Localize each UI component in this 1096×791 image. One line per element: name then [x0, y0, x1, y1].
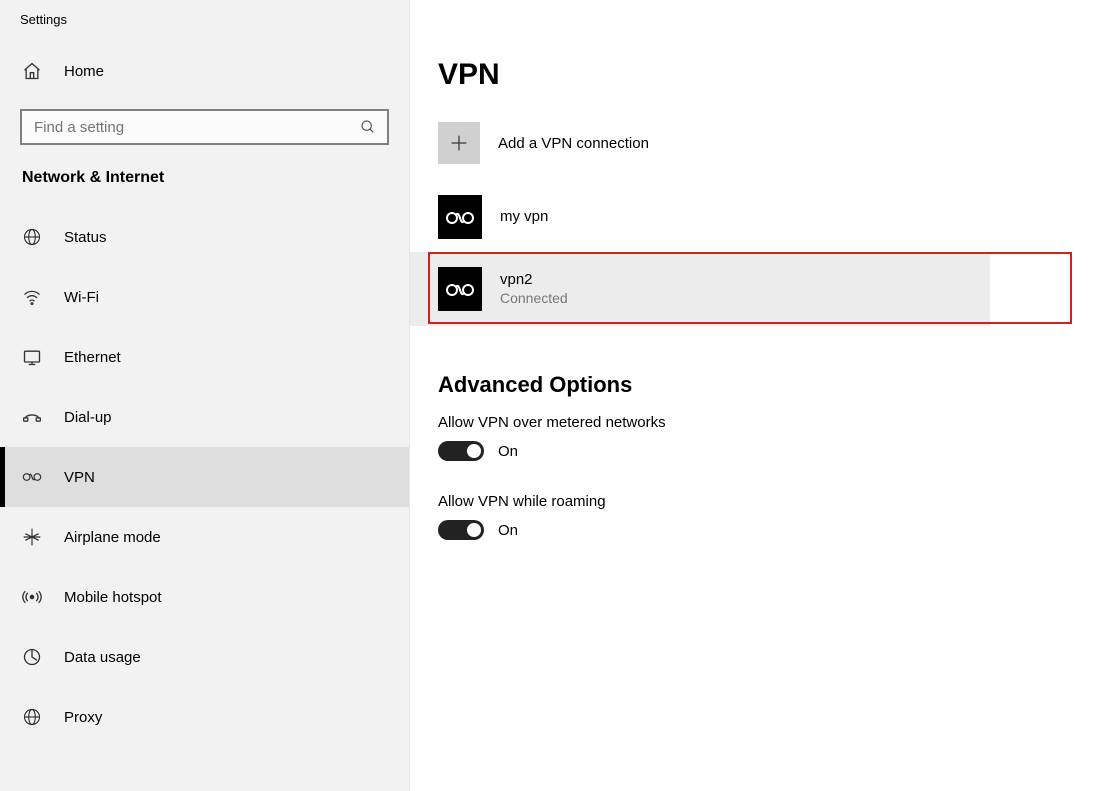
- vpn-connection-status: Connected: [500, 290, 568, 308]
- home-label: Home: [64, 63, 104, 80]
- sidebar-item-hotspot[interactable]: Mobile hotspot: [0, 567, 409, 627]
- sidebar-item-data[interactable]: Data usage: [0, 627, 409, 687]
- advanced-options-heading: Advanced Options: [410, 326, 1096, 414]
- proxy-icon: [22, 707, 42, 727]
- sidebar-item-label: Status: [64, 229, 107, 246]
- toggle-switch-metered[interactable]: [438, 441, 484, 461]
- toggle-label: Allow VPN over metered networks: [438, 414, 1096, 431]
- vpn-connection-icon: [438, 267, 482, 311]
- sidebar-item-label: Ethernet: [64, 349, 121, 366]
- dialup-icon: [22, 407, 42, 427]
- add-vpn-label: Add a VPN connection: [498, 135, 649, 152]
- data-icon: [22, 647, 42, 667]
- sidebar-item-wifi[interactable]: Wi-Fi: [0, 267, 409, 327]
- sidebar-item-label: Data usage: [64, 649, 141, 666]
- sidebar-item-label: Dial-up: [64, 409, 112, 426]
- vpn-icon: [22, 467, 42, 487]
- nav-list: Status Wi-Fi Ethernet: [0, 207, 409, 747]
- add-vpn-button[interactable]: Add a VPN connection: [410, 122, 1096, 188]
- sidebar-item-dialup[interactable]: Dial-up: [0, 387, 409, 447]
- vpn-connection-name: vpn2: [500, 271, 568, 290]
- sidebar: Settings Home Network & Internet: [0, 0, 410, 791]
- sidebar-item-proxy[interactable]: Proxy: [0, 687, 409, 747]
- sidebar-item-label: Mobile hotspot: [64, 589, 162, 606]
- sidebar-item-label: Airplane mode: [64, 529, 161, 546]
- toggle-roaming: Allow VPN while roaming On: [410, 493, 1096, 572]
- airplane-icon: [22, 527, 42, 547]
- vpn-connection-item-selected[interactable]: vpn2 Connected: [410, 252, 990, 326]
- toggle-switch-roaming[interactable]: [438, 520, 484, 540]
- page-title: VPN: [410, 58, 1096, 122]
- sidebar-item-label: Proxy: [64, 709, 102, 726]
- sidebar-item-ethernet[interactable]: Ethernet: [0, 327, 409, 387]
- vpn-connection-name: my vpn: [500, 208, 548, 227]
- sidebar-item-label: VPN: [64, 469, 95, 486]
- toggle-label: Allow VPN while roaming: [438, 493, 1096, 510]
- sidebar-item-status[interactable]: Status: [0, 207, 409, 267]
- sidebar-item-airplane[interactable]: Airplane mode: [0, 507, 409, 567]
- status-icon: [22, 227, 42, 247]
- toggle-state: On: [498, 522, 518, 539]
- search-icon: [359, 118, 377, 136]
- sidebar-item-label: Wi-Fi: [64, 289, 99, 306]
- window-title: Settings: [0, 12, 409, 47]
- ethernet-icon: [22, 347, 42, 367]
- category-header: Network & Internet: [0, 169, 409, 207]
- hotspot-icon: [22, 587, 42, 607]
- home-icon: [22, 61, 42, 81]
- toggle-metered: Allow VPN over metered networks On: [410, 414, 1096, 493]
- search-box[interactable]: [20, 109, 389, 145]
- plus-icon: [438, 122, 480, 164]
- toggle-state: On: [498, 443, 518, 460]
- vpn-connection-icon: [438, 195, 482, 239]
- home-nav[interactable]: Home: [0, 47, 409, 95]
- search-input[interactable]: [32, 118, 359, 137]
- sidebar-item-vpn[interactable]: VPN: [0, 447, 409, 507]
- vpn-connection-item[interactable]: my vpn: [410, 188, 1096, 246]
- wifi-icon: [22, 287, 42, 307]
- main-panel: VPN Add a VPN connection my vpn: [410, 0, 1096, 791]
